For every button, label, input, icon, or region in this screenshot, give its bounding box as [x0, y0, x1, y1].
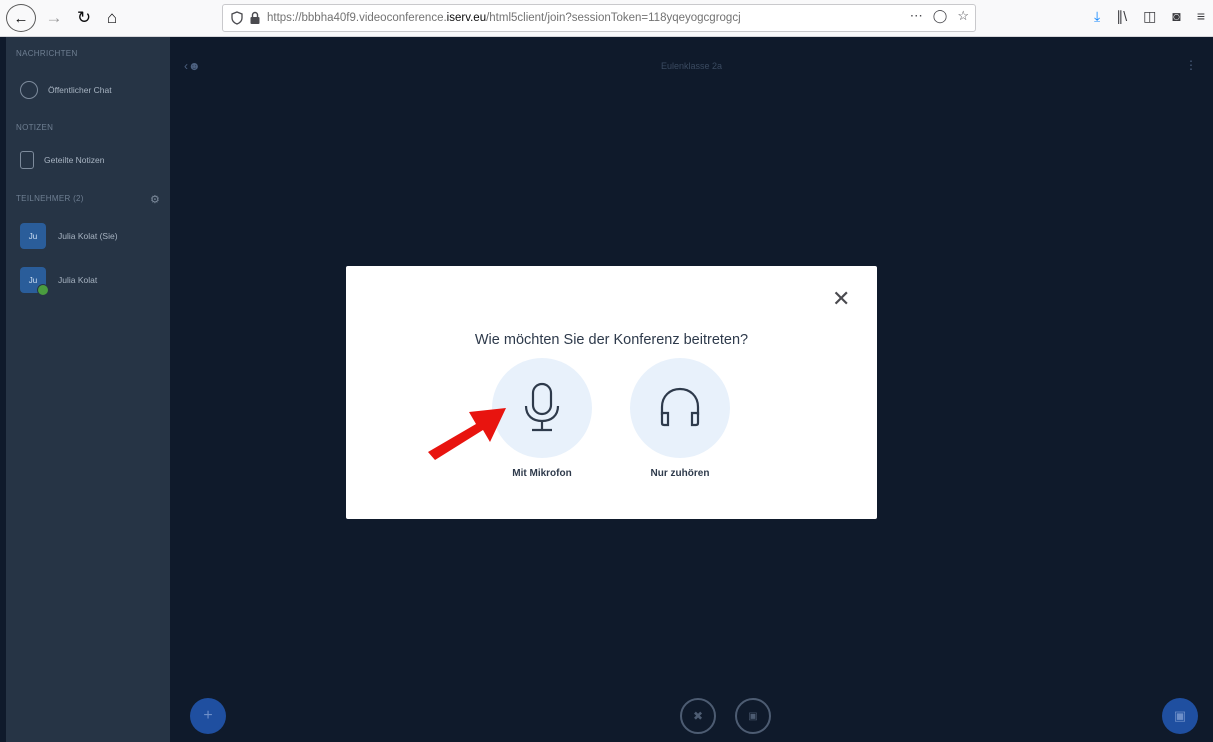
home-button[interactable]: ⌂: [100, 4, 124, 32]
notes-section-title: NOTIZEN: [16, 123, 54, 132]
public-chat-item[interactable]: Öffentlicher Chat: [20, 81, 112, 99]
video-toggle-button[interactable]: ▣: [735, 698, 771, 734]
actions-plus-button[interactable]: +: [190, 698, 226, 734]
listen-only-option-button[interactable]: Nur zuhören: [630, 358, 730, 479]
account-icon[interactable]: ◙: [1172, 8, 1180, 25]
lock-icon: [250, 11, 260, 24]
modal-title: Wie möchten Sie der Konferenz beitreten?: [474, 332, 749, 348]
chat-icon: [20, 81, 38, 99]
listen-only-circle[interactable]: [630, 358, 730, 458]
browser-toolbar: ← → ↻ ⌂ https://bbbha40f9.videoconferenc…: [0, 0, 1213, 37]
url-bar[interactable]: https://bbbha40f9.videoconference.iserv.…: [222, 4, 976, 32]
reload-button[interactable]: ↻: [72, 4, 96, 32]
participant-name: Julia Kolat: [58, 275, 98, 285]
headphones-icon: [660, 387, 700, 427]
avatar: Ju: [20, 223, 46, 249]
forward-button[interactable]: →: [44, 4, 64, 32]
notes-icon: [20, 151, 34, 169]
annotation-arrow-icon: [428, 408, 506, 460]
gear-icon[interactable]: ⚙: [150, 193, 160, 206]
microphone-icon: [524, 382, 560, 432]
participant-name: Julia Kolat (Sie): [58, 231, 118, 241]
meeting-title: Eulenklasse 2a: [660, 61, 723, 71]
audio-status-icon: [37, 284, 49, 296]
microphone-option-label: Mit Mikrofon: [512, 468, 572, 479]
participants-section-title: TEILNEHMER (2): [16, 194, 84, 203]
url-text: https://bbbha40f9.videoconference.iserv.…: [267, 12, 741, 24]
close-icon[interactable]: ✕: [832, 288, 850, 310]
pocket-icon[interactable]: ◯: [933, 8, 948, 24]
library-icon[interactable]: ∥\: [1116, 8, 1127, 25]
download-icon[interactable]: ⤓: [1094, 8, 1100, 25]
shared-notes-item[interactable]: Geteilte Notizen: [20, 151, 104, 169]
menu-icon[interactable]: ≡: [1197, 8, 1205, 25]
public-chat-label: Öffentlicher Chat: [48, 85, 112, 95]
join-audio-modal: ✕ Wie möchten Sie der Konferenz beitrete…: [346, 266, 877, 519]
listen-only-option-label: Nur zuhören: [650, 468, 710, 479]
avatar: Ju: [20, 267, 49, 296]
sidebar-toggle-icon[interactable]: ◫: [1143, 8, 1156, 25]
presentation-button[interactable]: ▣: [1162, 698, 1198, 734]
participant-other[interactable]: Ju Julia Kolat: [20, 267, 98, 296]
shield-icon: [231, 11, 243, 25]
back-button[interactable]: ←: [6, 4, 36, 32]
page-actions-icon[interactable]: ⋯: [910, 8, 923, 24]
sidebar: NACHRICHTEN Öffentlicher Chat NOTIZEN Ge…: [6, 37, 170, 742]
audio-toggle-button[interactable]: ✖: [680, 698, 716, 734]
bookmark-star-icon[interactable]: ☆: [957, 8, 969, 24]
messages-section-title: NACHRICHTEN: [16, 49, 78, 58]
participant-self[interactable]: Ju Julia Kolat (Sie): [20, 223, 118, 249]
options-menu-icon[interactable]: ⋮: [1185, 58, 1197, 72]
shared-notes-label: Geteilte Notizen: [44, 155, 105, 165]
